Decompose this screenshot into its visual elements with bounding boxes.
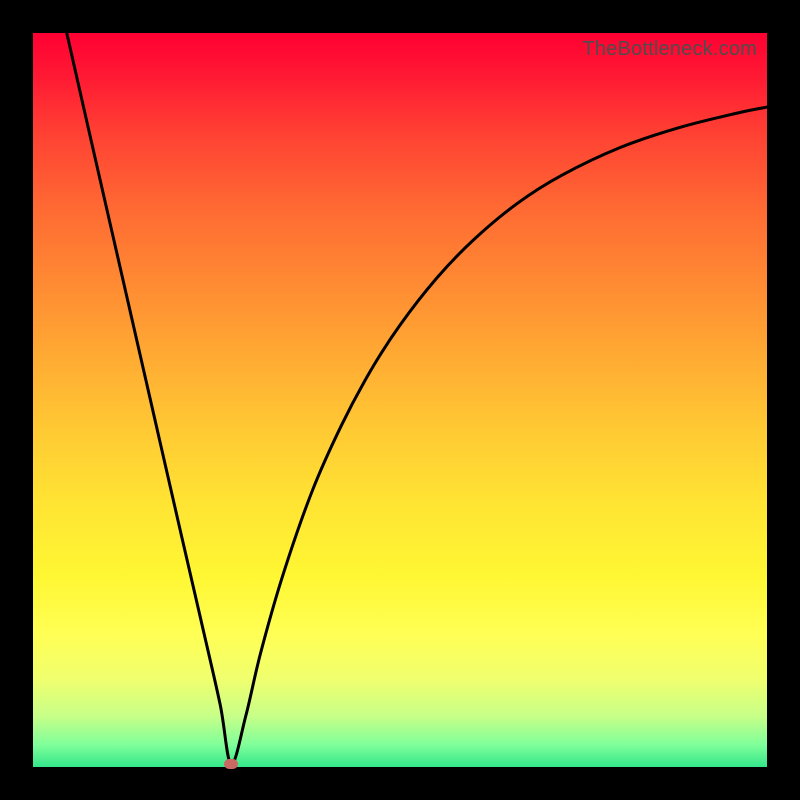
min-marker (224, 759, 238, 769)
bottleneck-curve-path (67, 33, 767, 764)
plot-area: TheBottleneck.com (33, 33, 767, 767)
curve-svg (33, 33, 767, 767)
chart-frame: TheBottleneck.com (0, 0, 800, 800)
